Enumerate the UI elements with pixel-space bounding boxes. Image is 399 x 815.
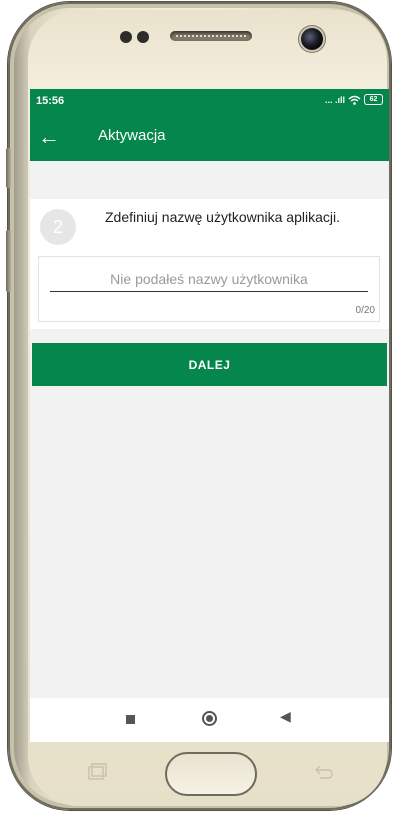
proximity-sensor: [120, 31, 132, 43]
phone-screen: 15:56 ... .ıll 62 ← Aktywacja 2 Zdefiniu…: [30, 89, 389, 742]
app-bar: ← Aktywacja: [30, 113, 389, 161]
home-circle-icon[interactable]: [202, 711, 217, 726]
light-sensor: [137, 31, 149, 43]
back-triangle-icon[interactable]: ◀: [280, 708, 291, 725]
volume-up-key: [6, 148, 11, 188]
step-number-badge: 2: [40, 209, 76, 245]
status-bar: 15:56 ... .ıll 62: [30, 89, 389, 113]
wifi-icon: [348, 95, 361, 105]
step-instruction: Zdefiniuj nazwę użytkownika aplikacji.: [105, 209, 340, 225]
recent-apps-key-icon: [88, 763, 107, 780]
earpiece-speaker: [170, 31, 252, 41]
status-time: 15:56: [36, 95, 65, 107]
volume-down-key: [6, 230, 11, 292]
android-navigation-bar: ◀: [30, 698, 389, 742]
status-icons: ... .ıll 62: [325, 94, 383, 105]
signal-icon: ... .ıll: [324, 94, 345, 105]
next-button[interactable]: DALEJ: [32, 343, 387, 386]
username-field-container: 0/20: [38, 256, 380, 322]
back-key-icon: [315, 765, 333, 779]
front-camera: [301, 28, 323, 50]
battery-icon: 62: [364, 94, 383, 105]
character-counter: 0/20: [355, 305, 375, 316]
username-input[interactable]: [50, 267, 368, 292]
arrow-left-icon[interactable]: ←: [38, 122, 60, 152]
page-title: Aktywacja: [98, 127, 166, 144]
recents-square-icon[interactable]: [126, 715, 135, 724]
username-step-card: 2 Zdefiniuj nazwę użytkownika aplikacji.…: [30, 199, 389, 329]
physical-home-button[interactable]: [165, 752, 257, 796]
